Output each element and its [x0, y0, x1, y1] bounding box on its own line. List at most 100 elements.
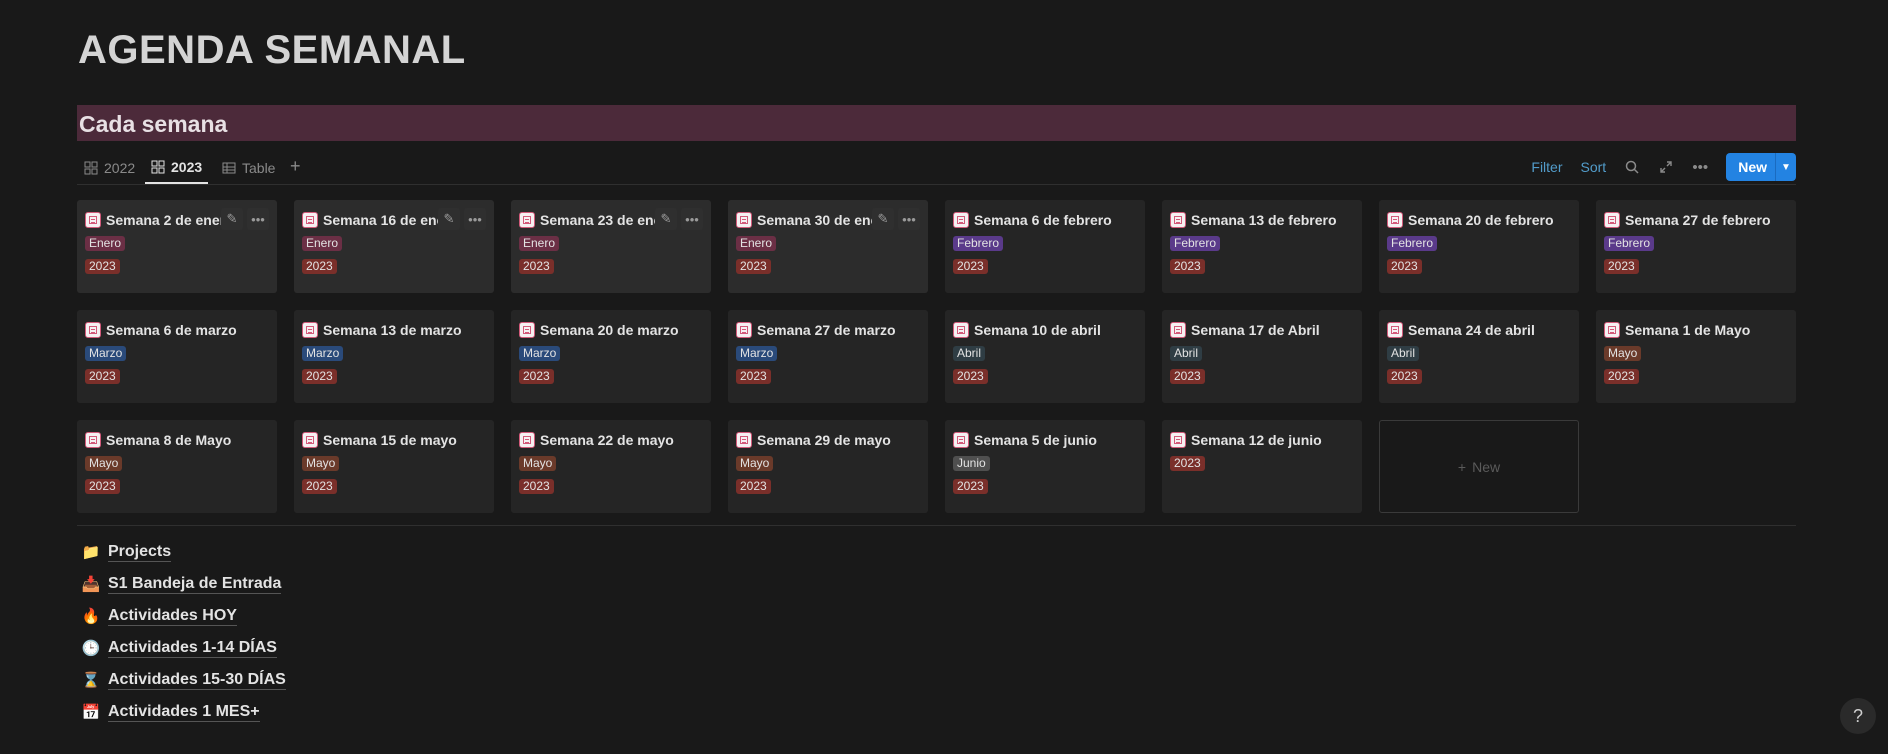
- year-row: 2023: [1387, 253, 1571, 276]
- gallery-card[interactable]: Semana 5 de junio Junio 2023: [945, 420, 1145, 513]
- edit-icon[interactable]: ✎: [438, 208, 460, 230]
- card-header: Semana 27 de febrero: [1604, 210, 1788, 230]
- view-toolbar: Filter Sort ••• New ▼: [1531, 152, 1796, 182]
- new-button[interactable]: New ▼: [1726, 153, 1796, 181]
- gallery-card[interactable]: Semana 13 de marzo Marzo 2023: [294, 310, 494, 403]
- month-row: Marzo: [85, 340, 269, 363]
- card-header: Semana 24 de abril: [1387, 320, 1571, 340]
- more-icon[interactable]: •••: [898, 208, 920, 230]
- gallery-card[interactable]: Semana 12 de junio 2023: [1162, 420, 1362, 513]
- month-row: Abril: [1387, 340, 1571, 363]
- inbox-icon: 📥: [81, 576, 101, 593]
- card-header: Semana 6 de febrero: [953, 210, 1137, 230]
- more-icon[interactable]: •••: [1692, 159, 1708, 176]
- year-row: 2023: [85, 363, 269, 386]
- hourglass-icon: ⌛: [81, 672, 101, 689]
- card-title: Semana 20 de marzo: [540, 322, 679, 338]
- tab-2023[interactable]: 2023: [145, 152, 209, 184]
- page-link[interactable]: ⌛ Actividades 15-30 DÍAS: [81, 664, 286, 696]
- tab-table[interactable]: Table: [222, 152, 275, 183]
- page-link-label[interactable]: Actividades HOY: [108, 607, 237, 626]
- tab-2022[interactable]: 2022: [84, 152, 135, 183]
- page-link-label[interactable]: Actividades 1 MES+: [108, 703, 260, 722]
- expand-icon[interactable]: [1658, 160, 1674, 174]
- page-link-label[interactable]: Projects: [108, 543, 172, 562]
- gallery-card[interactable]: Semana 24 de abril Abril 2023: [1379, 310, 1579, 403]
- card-title: Semana 29 de mayo: [757, 432, 891, 448]
- page-icon: [736, 432, 752, 448]
- page-link[interactable]: 📅 Actividades 1 MES+: [81, 696, 286, 728]
- edit-icon[interactable]: ✎: [872, 208, 894, 230]
- page-icon: [1387, 212, 1403, 228]
- gallery-card[interactable]: Semana 1 de Mayo Mayo 2023: [1596, 310, 1796, 403]
- month-tag: Marzo: [85, 346, 127, 361]
- month-row: Febrero: [1604, 230, 1788, 253]
- year-tag: 2023: [1387, 259, 1422, 274]
- page-link[interactable]: 🔥 Actividades HOY: [81, 600, 286, 632]
- year-tag: 2023: [1170, 369, 1205, 384]
- gallery-card[interactable]: Semana 23 de enero Enero 2023 ✎•••: [511, 200, 711, 293]
- help-button[interactable]: ?: [1840, 698, 1876, 734]
- sort-button[interactable]: Sort: [1581, 159, 1607, 175]
- gallery-card[interactable]: Semana 6 de marzo Marzo 2023: [77, 310, 277, 403]
- new-card-button[interactable]: + New: [1379, 420, 1579, 513]
- page-link-label[interactable]: S1 Bandeja de Entrada: [108, 575, 282, 594]
- card-header: Semana 13 de febrero: [1170, 210, 1354, 230]
- chevron-down-icon[interactable]: ▼: [1775, 153, 1796, 181]
- page-icon: [302, 212, 318, 228]
- gallery-card[interactable]: Semana 10 de abril Abril 2023: [945, 310, 1145, 403]
- edit-icon[interactable]: ✎: [221, 208, 243, 230]
- more-icon[interactable]: •••: [681, 208, 703, 230]
- tab-label: 2022: [104, 159, 136, 176]
- card-title: Semana 6 de marzo: [106, 322, 237, 338]
- page-link[interactable]: 📁 Projects: [81, 536, 286, 568]
- page-link[interactable]: 📥 S1 Bandeja de Entrada: [81, 568, 286, 600]
- page-link-label[interactable]: Actividades 15-30 DÍAS: [108, 671, 286, 690]
- gallery-grid: Semana 2 de enero Enero 2023 ✎ ••• Semana 16 …: [77, 200, 1796, 513]
- card-title: Semana 12 de junio: [1191, 432, 1322, 448]
- folder-icon: 📁: [81, 544, 101, 561]
- gallery-card[interactable]: Semana 27 de febrero Febrero 2023: [1596, 200, 1796, 293]
- search-icon[interactable]: [1624, 160, 1640, 174]
- gallery-card[interactable]: Semana 30 de enero Enero 2023 ✎•••: [728, 200, 928, 293]
- gallery-card[interactable]: Semana 16 de enero Enero 2023 ✎•••: [294, 200, 494, 293]
- gallery-card[interactable]: Semana 27 de marzo Marzo 2023: [728, 310, 928, 403]
- card-actions: ✎ •••: [221, 208, 269, 230]
- year-row: 2023: [1604, 363, 1788, 386]
- filter-button[interactable]: Filter: [1531, 159, 1562, 175]
- gallery-card[interactable]: Semana 6 de febrero Febrero 2023: [945, 200, 1145, 293]
- page-link-label[interactable]: Actividades 1-14 DÍAS: [108, 639, 277, 658]
- card-header: Semana 22 de mayo: [519, 430, 703, 450]
- month-row: Febrero: [1387, 230, 1571, 253]
- card-header: Semana 12 de junio: [1170, 430, 1354, 450]
- page-icon: [1604, 322, 1620, 338]
- more-icon[interactable]: •••: [464, 208, 486, 230]
- gallery-card[interactable]: Semana 15 de mayo Mayo 2023: [294, 420, 494, 513]
- month-tag: Junio: [953, 456, 990, 471]
- card-title: Semana 13 de marzo: [323, 322, 462, 338]
- page-icon: [519, 212, 535, 228]
- new-button-label[interactable]: New: [1726, 153, 1775, 181]
- add-view-button[interactable]: +: [290, 156, 301, 177]
- callout-text: Cada semana: [79, 111, 228, 137]
- gallery-card[interactable]: Semana 8 de Mayo Mayo 2023: [77, 420, 277, 513]
- gallery-card[interactable]: Semana 2 de enero Enero 2023 ✎ •••: [77, 200, 277, 293]
- year-row: 2023: [1170, 450, 1354, 473]
- month-row: Junio: [953, 450, 1137, 473]
- gallery-card[interactable]: Semana 20 de febrero Febrero 2023: [1379, 200, 1579, 293]
- more-icon[interactable]: •••: [247, 208, 269, 230]
- page-icon: [302, 432, 318, 448]
- gallery-card[interactable]: Semana 17 de Abril Abril 2023: [1162, 310, 1362, 403]
- page-link[interactable]: 🕒 Actividades 1-14 DÍAS: [81, 632, 286, 664]
- month-tag: Marzo: [736, 346, 778, 361]
- gallery-card[interactable]: Semana 13 de febrero Febrero 2023: [1162, 200, 1362, 293]
- page-icon: [953, 212, 969, 228]
- edit-icon[interactable]: ✎: [655, 208, 677, 230]
- year-tag: 2023: [736, 259, 771, 274]
- year-row: 2023: [736, 473, 920, 496]
- gallery-card[interactable]: Semana 20 de marzo Marzo 2023: [511, 310, 711, 403]
- gallery-card[interactable]: Semana 29 de mayo Mayo 2023: [728, 420, 928, 513]
- gallery-card[interactable]: Semana 22 de mayo Mayo 2023: [511, 420, 711, 513]
- month-tag: Febrero: [953, 236, 1004, 251]
- card-header: Semana 5 de junio: [953, 430, 1137, 450]
